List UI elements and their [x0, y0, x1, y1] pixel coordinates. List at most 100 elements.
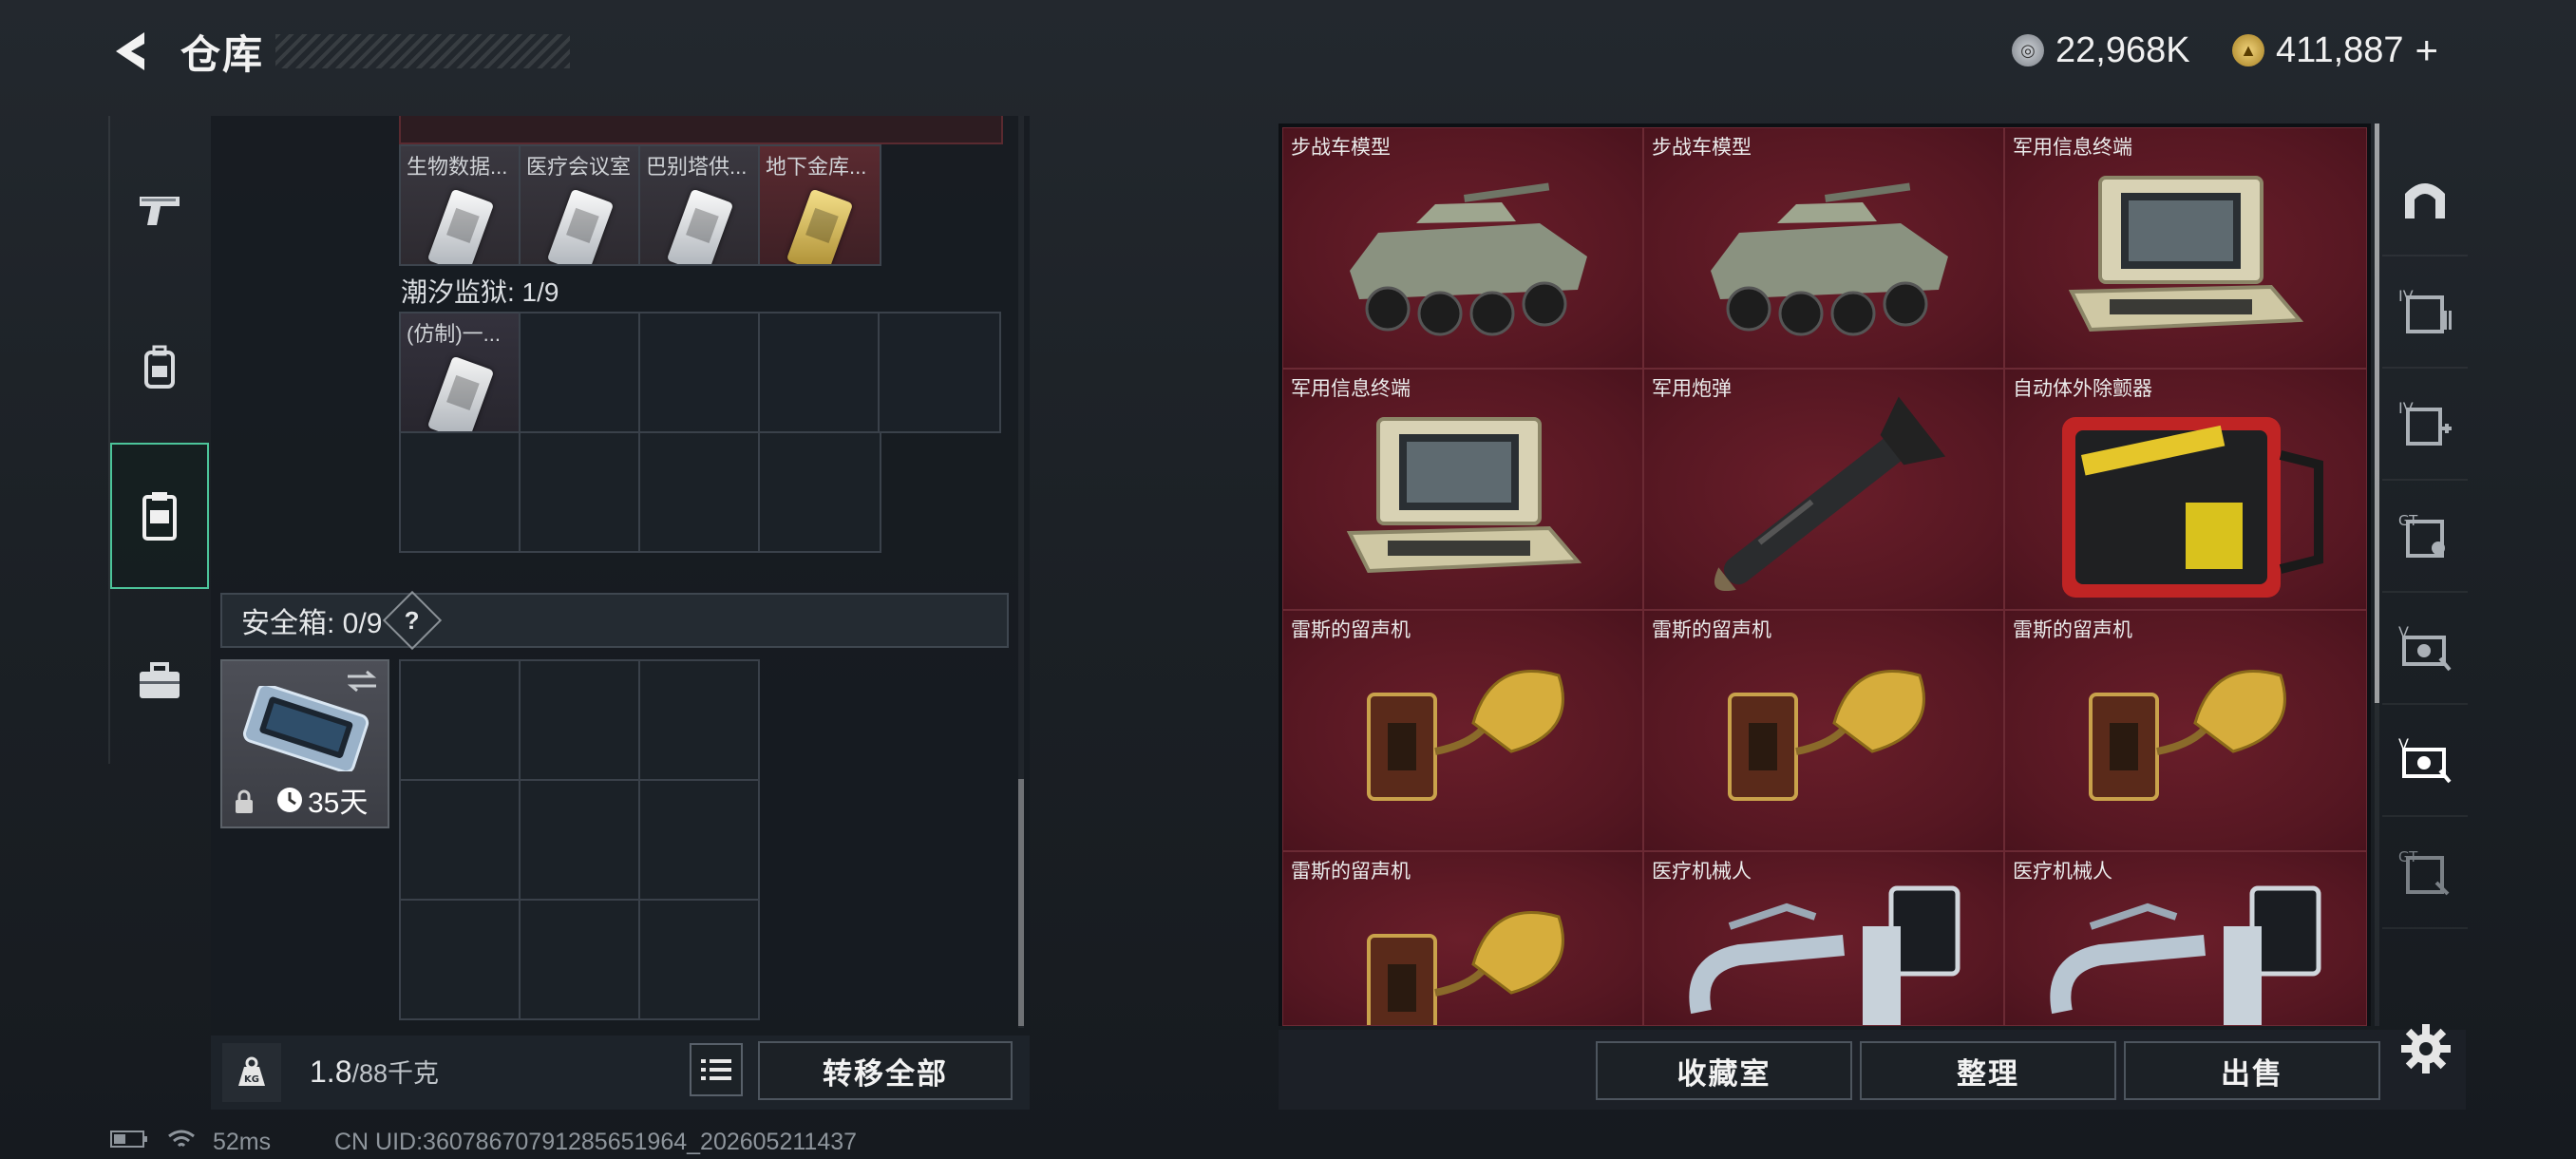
pistol-icon: [140, 197, 180, 225]
inventory-scrollbar-thumb[interactable]: [1018, 779, 1024, 1026]
stash-item[interactable]: 自动体外除颤器: [2004, 369, 2367, 610]
empty-slot[interactable]: [399, 431, 521, 553]
safe-slot[interactable]: [638, 659, 760, 781]
safe-slot[interactable]: [638, 899, 760, 1020]
page-gt-icon: GT: [2398, 512, 2445, 558]
empty-slot[interactable]: [519, 312, 640, 433]
medical-robot-icon: [1689, 885, 1960, 1025]
medical-robot-icon: [2050, 885, 2321, 1025]
wifi-icon: [167, 1129, 196, 1151]
item-cell[interactable]: 医疗会议室: [519, 144, 640, 266]
safe-slot[interactable]: [519, 899, 640, 1020]
empty-slot[interactable]: [638, 312, 760, 433]
ifv-model-icon: [1350, 182, 1587, 336]
empty-slot[interactable]: [758, 312, 880, 433]
help-icon[interactable]: ?: [383, 590, 443, 651]
settings-gear-icon[interactable]: [2397, 1020, 2454, 1077]
empty-slot[interactable]: [758, 431, 881, 553]
keycard-icon: [666, 188, 734, 264]
empty-slot[interactable]: [519, 431, 640, 553]
container-row-partial: [399, 116, 1003, 144]
safe-slot[interactable]: [638, 779, 760, 901]
stash-item[interactable]: 雷斯的留声机: [1282, 610, 1643, 851]
stash-item[interactable]: 医疗机械人: [1643, 851, 2004, 1026]
safe-box-header: 安全箱: 0/9 ?: [220, 590, 1009, 651]
right-tab-home[interactable]: [2382, 142, 2468, 256]
transfer-all-button[interactable]: 转移全部: [758, 1041, 1013, 1100]
expiry-timer: 35天: [275, 779, 368, 821]
weight-max: /88千克: [351, 1059, 440, 1088]
prison-section-label: 潮汐监狱: 1/9: [401, 277, 559, 307]
page-v-icon: V: [2398, 735, 2452, 784]
stash-item[interactable]: 步战车模型: [1643, 127, 2004, 369]
keycard-icon: [786, 188, 854, 264]
right-tab-iv-2[interactable]: IV: [2382, 367, 2468, 481]
battery-icon: [110, 1129, 148, 1150]
page-v-icon: V: [2398, 623, 2452, 672]
item-cell[interactable]: (仿制)一...: [399, 312, 521, 433]
silver-currency: ◎ 22,968K: [2012, 27, 2190, 74]
stash-item[interactable]: 雷斯的留声机: [2004, 610, 2367, 851]
gramophone-icon: [1728, 670, 1925, 801]
item-label: (仿制)一...: [407, 322, 501, 346]
gramophone-icon: [1367, 911, 1564, 1025]
item-cell[interactable]: 生物数据...: [399, 144, 521, 266]
military-terminal-icon: [1346, 417, 1582, 574]
safe-box-item[interactable]: 35天: [220, 659, 389, 828]
safe-slot[interactable]: [399, 899, 521, 1020]
ping-text: 52ms: [213, 1129, 272, 1155]
safe-slot[interactable]: [519, 779, 640, 901]
clipboard-icon: [142, 492, 177, 541]
item-label: 步战车模型: [1291, 137, 1391, 159]
arch-icon: [2405, 183, 2445, 218]
stash-item[interactable]: 军用炮弹: [1643, 369, 2004, 610]
item-cell[interactable]: 巴别塔供...: [638, 144, 760, 266]
weight-current: 1.8: [310, 1054, 352, 1089]
list-view-button[interactable]: [690, 1043, 743, 1096]
right-tab-v-2[interactable]: V: [2382, 703, 2468, 817]
add-currency-button[interactable]: +: [2415, 28, 2439, 73]
stash-item[interactable]: 雷斯的留声机: [1643, 610, 2004, 851]
stash-item[interactable]: 军用信息终端: [1282, 369, 1643, 610]
right-tab-gt-2[interactable]: GT: [2382, 815, 2468, 929]
containers-tab[interactable]: [110, 443, 209, 589]
gold-coin-icon: ▲: [2232, 34, 2264, 66]
stash-scrollbar-thumb[interactable]: [2375, 124, 2379, 703]
gear-tab[interactable]: [110, 315, 209, 420]
empty-slot[interactable]: [878, 312, 1001, 433]
item-cell[interactable]: 地下金库...: [758, 144, 881, 266]
collection-room-button[interactable]: 收藏室: [1596, 1041, 1852, 1100]
stash-item[interactable]: 军用信息终端: [2004, 127, 2367, 369]
silver-currency-value: 22,968K: [2055, 29, 2190, 70]
clock-icon: [277, 788, 302, 812]
organize-button[interactable]: 整理: [1860, 1041, 2116, 1100]
lock-icon: [236, 789, 253, 813]
back-arrow-icon[interactable]: [106, 27, 156, 76]
weapons-tab[interactable]: [110, 158, 209, 262]
right-tab-iv-1[interactable]: IV: [2382, 255, 2468, 369]
military-terminal-icon: [2068, 176, 2304, 332]
stash-item[interactable]: 雷斯的留声机: [1282, 851, 1643, 1026]
safe-slot[interactable]: [399, 659, 521, 781]
safe-slot[interactable]: [519, 659, 640, 781]
gramophone-icon: [1367, 670, 1564, 801]
weight-icon: KG: [222, 1043, 281, 1102]
empty-slot[interactable]: [638, 431, 760, 553]
list-icon: [701, 1059, 731, 1080]
stash-item[interactable]: 步战车模型: [1282, 127, 1643, 369]
right-tab-gt-1[interactable]: GT: [2382, 479, 2468, 593]
page-gt-icon: GT: [2398, 848, 2450, 896]
sell-button[interactable]: 出售: [2124, 1041, 2380, 1100]
item-label: 雷斯的留声机: [1652, 619, 1771, 641]
stash-item[interactable]: 医疗机械人: [2004, 851, 2367, 1026]
artillery-shell-icon: [1714, 396, 1946, 591]
item-label: 军用信息终端: [2013, 137, 2132, 159]
gold-currency[interactable]: ▲ 411,887 +: [2232, 27, 2438, 74]
uid-text: CN UID:36078670791285651964_202605211437: [334, 1129, 858, 1155]
safe-slot[interactable]: [399, 779, 521, 901]
right-tab-v-1[interactable]: V: [2382, 591, 2468, 705]
case-tab[interactable]: [110, 629, 209, 733]
safe-box-label: 安全箱: 0/9: [241, 608, 383, 639]
page-list-icon: IV: [2398, 287, 2452, 333]
silver-coin-icon: ◎: [2012, 34, 2044, 66]
